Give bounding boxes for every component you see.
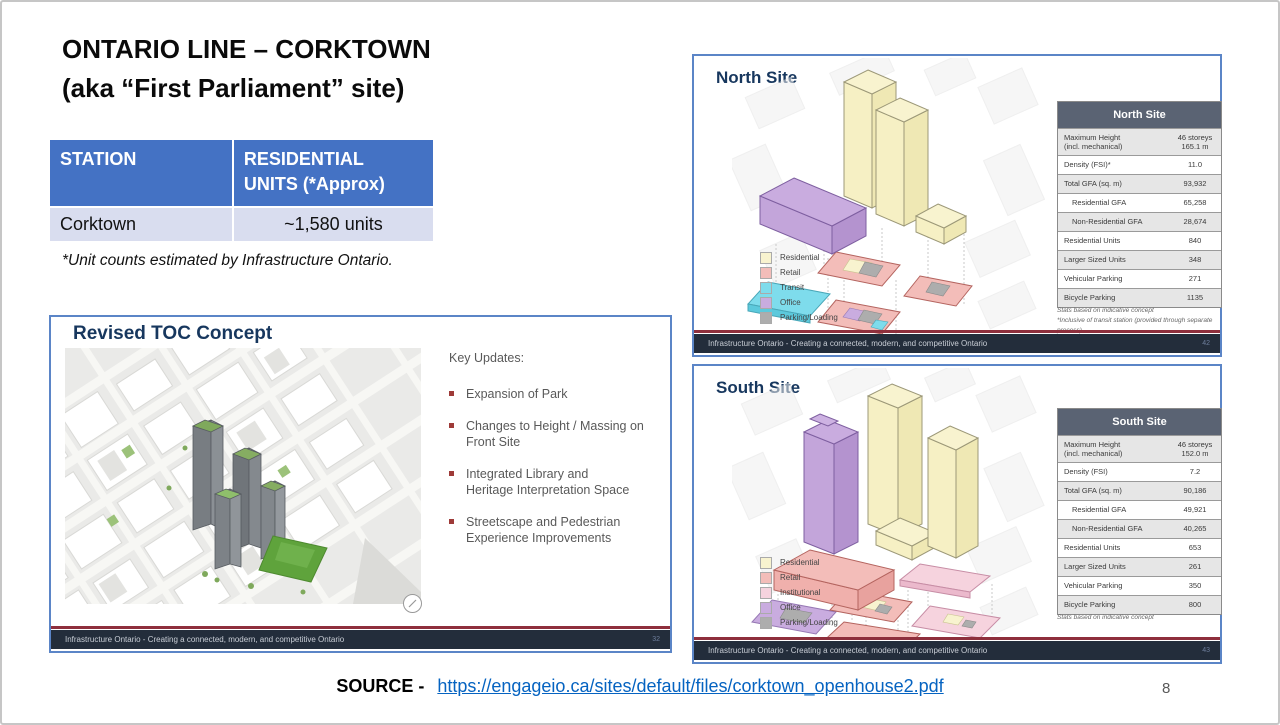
footer-slide-number: 42 xyxy=(1202,340,1210,347)
station-cell: Corktown xyxy=(49,207,233,242)
legend-item: Transit xyxy=(760,280,870,295)
key-updates-panel: Key Updates: Expansion of Park Changes t… xyxy=(449,350,671,562)
north-site-slide: North Site xyxy=(692,54,1222,357)
legend-swatch-retail xyxy=(760,267,772,279)
legend-item: Residential xyxy=(760,555,870,570)
footer-text: Infrastructure Ontario - Creating a conn… xyxy=(65,635,652,644)
slide-canvas: ONTARIO LINE – CORKTOWN (aka “First Parl… xyxy=(0,0,1280,725)
footer-slide-number: 32 xyxy=(652,636,660,643)
revised-toc-slide: Revised TOC Concept xyxy=(49,315,672,653)
bullet-square-icon xyxy=(449,471,454,476)
footer-accent-line xyxy=(51,626,670,629)
page-title: ONTARIO LINE – CORKTOWN (aka “First Parl… xyxy=(62,30,431,108)
footer-accent-line xyxy=(694,637,1220,640)
legend-swatch-office xyxy=(760,602,772,614)
slide-footer: Infrastructure Ontario - Creating a conn… xyxy=(694,641,1220,660)
legend-swatch-retail xyxy=(760,572,772,584)
units-header-cell: RESIDENTIAL UNITS (*Approx) xyxy=(233,139,434,207)
list-item: Streetscape and Pedestrian Experience Im… xyxy=(449,514,671,546)
page-title-line1: ONTARIO LINE – CORKTOWN xyxy=(62,30,431,69)
aerial-concept-image: . xyxy=(65,348,421,604)
legend-swatch-parking xyxy=(760,312,772,324)
stats-table-header: North Site xyxy=(1058,102,1221,128)
legend-item: Retail xyxy=(760,570,870,585)
station-header-cell: STATION xyxy=(49,139,233,207)
bullet-square-icon xyxy=(449,519,454,524)
list-item: Expansion of Park xyxy=(449,386,671,402)
source-label: SOURCE - xyxy=(336,676,424,696)
key-updates-heading: Key Updates: xyxy=(449,350,671,366)
north-stats-table: North Site Maximum Height (incl. mechani… xyxy=(1057,101,1222,308)
stats-notes: Stats based on indicative concept xyxy=(1057,613,1227,623)
units-cell: ~1,580 units xyxy=(233,207,434,242)
footer-accent-line xyxy=(694,330,1220,333)
footer-text: Infrastructure Ontario - Creating a conn… xyxy=(708,339,1202,348)
page-title-line2: (aka “First Parliament” site) xyxy=(62,69,431,108)
legend-swatch-transit xyxy=(760,282,772,294)
slide-footer: Infrastructure Ontario - Creating a conn… xyxy=(694,334,1220,353)
south-stats-table: South Site Maximum Height (incl. mechani… xyxy=(1057,408,1222,615)
legend-item: Parking/Loading xyxy=(760,310,870,325)
legend-swatch-residential xyxy=(760,252,772,264)
unit-count-footnote: *Unit counts estimated by Infrastructure… xyxy=(62,252,393,270)
bullet-square-icon xyxy=(449,423,454,428)
list-item: Changes to Height / Massing on Front Sit… xyxy=(449,418,671,450)
station-units-table: STATION RESIDENTIAL UNITS (*Approx) Cork… xyxy=(49,139,434,242)
legend-swatch-office xyxy=(760,297,772,309)
slide-footer: Infrastructure Ontario - Creating a conn… xyxy=(51,630,670,649)
legend-item: Residential xyxy=(760,250,870,265)
source-line: SOURCE - https://engageio.ca/sites/defau… xyxy=(2,676,1278,697)
footer-text: Infrastructure Ontario - Creating a conn… xyxy=(708,646,1202,655)
legend-item: Retail xyxy=(760,265,870,280)
legend-swatch-parking xyxy=(760,617,772,629)
north-legend: Residential Retail Transit Office Parkin… xyxy=(760,250,870,325)
legend-item: Parking/Loading xyxy=(760,615,870,630)
source-link[interactable]: https://engageio.ca/sites/default/files/… xyxy=(437,676,943,696)
table-row: Corktown ~1,580 units xyxy=(49,207,434,242)
legend-swatch-institutional xyxy=(760,587,772,599)
stats-table-header: South Site xyxy=(1058,409,1221,435)
bullet-square-icon xyxy=(449,391,454,396)
rotate-compass-icon xyxy=(403,594,422,613)
south-site-slide: South Site xyxy=(692,364,1222,664)
legend-item: Office xyxy=(760,600,870,615)
legend-item: Institutional xyxy=(760,585,870,600)
south-legend: Residential Retail Institutional Office … xyxy=(760,555,870,630)
page-number: 8 xyxy=(1162,680,1170,697)
legend-swatch-residential xyxy=(760,557,772,569)
list-item: Integrated Library and Heritage Interpre… xyxy=(449,466,671,498)
toc-slide-title: Revised TOC Concept xyxy=(73,323,272,345)
footer-slide-number: 43 xyxy=(1202,647,1210,654)
legend-item: Office xyxy=(760,295,870,310)
